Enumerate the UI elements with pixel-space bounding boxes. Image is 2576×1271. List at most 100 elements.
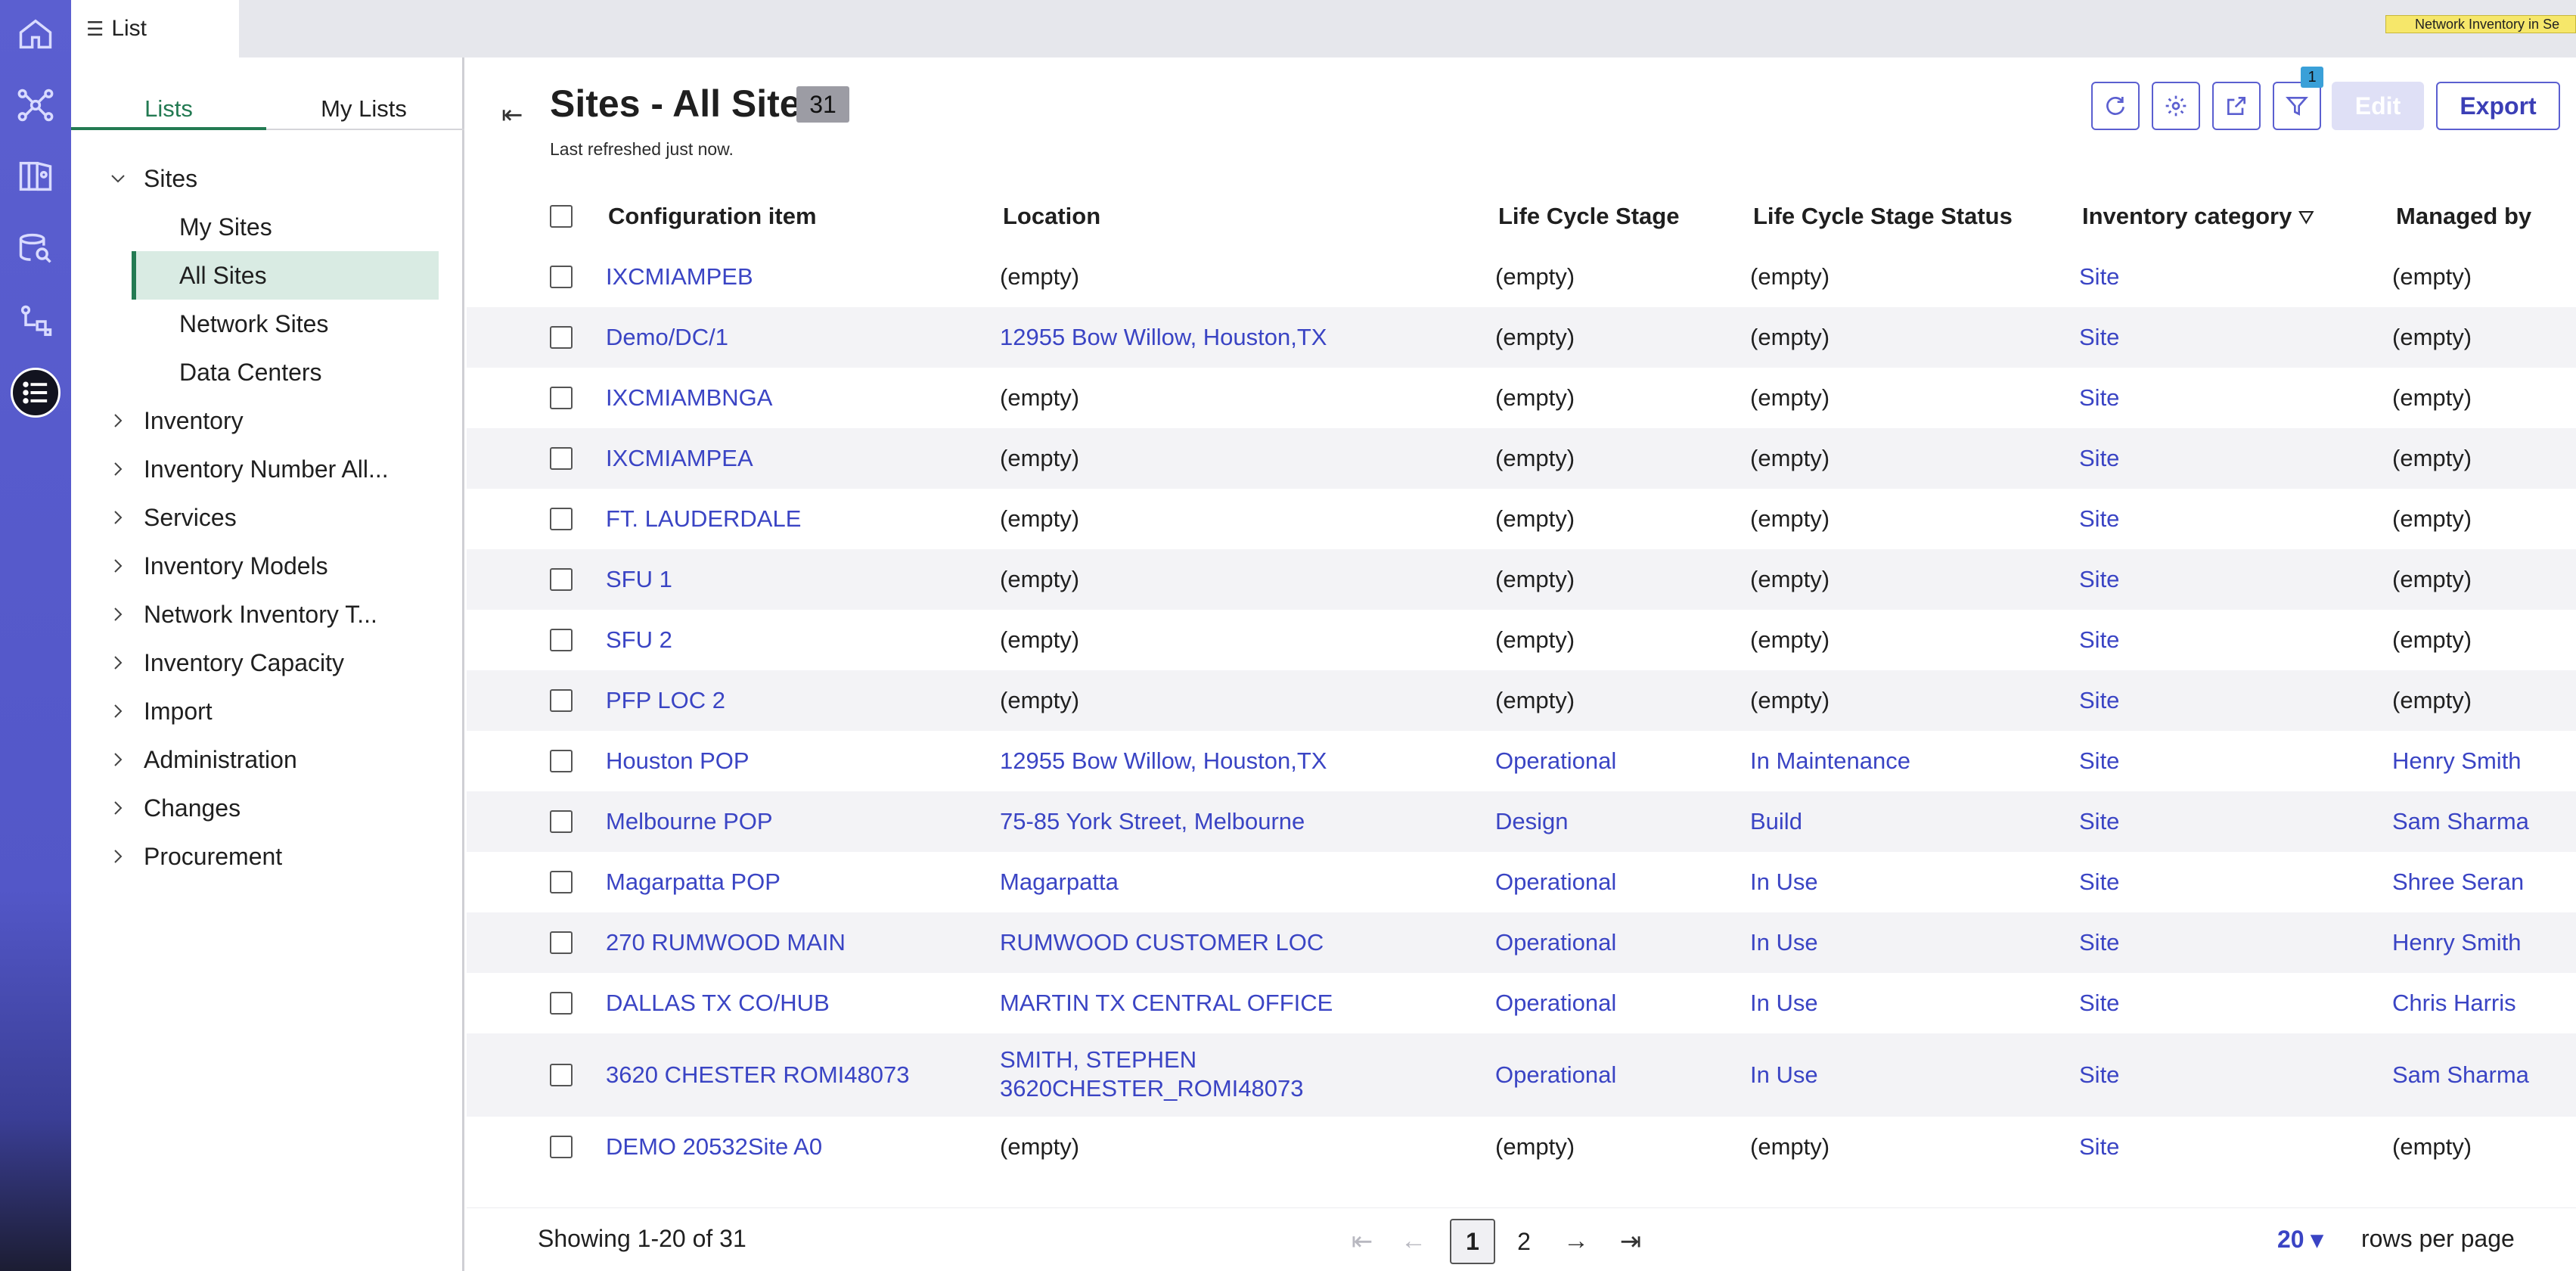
cell-location[interactable]: 75-85 York Street, Melbourne xyxy=(1000,807,1305,836)
cell-configuration-item[interactable]: Magarpatta POP xyxy=(606,868,781,897)
select-all-checkbox[interactable] xyxy=(550,205,573,228)
tree-item-inventory-models[interactable]: Inventory Models xyxy=(71,542,464,590)
row-checkbox[interactable] xyxy=(550,750,573,772)
row-checkbox[interactable] xyxy=(550,689,573,712)
rows-per-page-select[interactable]: 20 ▾ xyxy=(2277,1225,2323,1254)
row-checkbox[interactable] xyxy=(550,810,573,833)
cell-location[interactable]: 12955 Bow Willow, Houston,TX xyxy=(1000,747,1327,775)
row-checkbox[interactable] xyxy=(550,326,573,349)
tree-item-procurement[interactable]: Procurement xyxy=(71,832,464,881)
table-row[interactable]: 270 RUMWOOD MAIN RUMWOOD CUSTOMER LOC Oper… xyxy=(467,912,2576,973)
cell-life-cycle-stage-status[interactable]: In Use xyxy=(1750,868,1818,897)
cell-life-cycle-stage-status[interactable]: Build xyxy=(1750,807,1802,836)
row-checkbox[interactable] xyxy=(550,568,573,591)
cell-life-cycle-stage[interactable]: Operational xyxy=(1495,989,1616,1018)
row-checkbox[interactable] xyxy=(550,871,573,893)
row-checkbox[interactable] xyxy=(550,992,573,1015)
cell-managed-by[interactable]: Sam Sharma xyxy=(2392,807,2529,836)
cell-configuration-item[interactable]: IXCMIAMPEB xyxy=(606,263,753,291)
map-book-icon[interactable] xyxy=(11,151,61,201)
cell-configuration-item[interactable]: SFU 1 xyxy=(606,565,672,594)
column-header-life-cycle-stage[interactable]: Life Cycle Stage xyxy=(1498,186,1679,247)
notification-banner[interactable]: Network Inventory in Se xyxy=(2385,15,2576,33)
cell-managed-by[interactable]: Henry Smith xyxy=(2392,747,2522,775)
cell-life-cycle-stage[interactable]: Design xyxy=(1495,807,1569,836)
cell-configuration-item[interactable]: SFU 2 xyxy=(606,626,672,654)
tree-item-inventory-capacity[interactable]: Inventory Capacity xyxy=(71,639,464,687)
cell-location[interactable]: SMITH, STEPHEN 3620CHESTER_ROMI48073 xyxy=(1000,1046,1303,1103)
tree-item-inventory-number-all[interactable]: Inventory Number All... xyxy=(71,445,464,493)
cell-managed-by[interactable]: Chris Harris xyxy=(2392,989,2516,1018)
table-row[interactable]: SFU 2 (empty) (empty) (empty) Site (empty) xyxy=(467,610,2576,670)
column-header-life-cycle-stage-status[interactable]: Life Cycle Stage Status xyxy=(1753,186,2013,247)
cell-managed-by[interactable]: Shree Seran xyxy=(2392,868,2524,897)
cell-life-cycle-stage[interactable]: Operational xyxy=(1495,928,1616,957)
export-button[interactable]: Export xyxy=(2436,82,2560,130)
cell-configuration-item[interactable]: 270 RUMWOOD MAIN xyxy=(606,928,846,957)
table-row[interactable]: FT. LAUDERDALE (empty) (empty) (empty) Site (… xyxy=(467,489,2576,549)
tree-item-my-sites[interactable]: My Sites xyxy=(71,203,464,251)
filter-button[interactable] xyxy=(2273,82,2321,130)
cell-configuration-item[interactable]: Houston POP xyxy=(606,747,750,775)
table-row[interactable]: Melbourne POP 75-85 York Street, Melbourn… xyxy=(467,791,2576,852)
tree-item-all-sites[interactable]: All Sites xyxy=(132,251,439,300)
cell-configuration-item[interactable]: DEMO 20532Site A0 xyxy=(606,1133,822,1161)
row-checkbox[interactable] xyxy=(550,931,573,954)
cell-inventory-category[interactable]: Site xyxy=(2079,928,2119,957)
table-row[interactable]: Demo/DC/1 12955 Bow Willow, Houston,TX (em… xyxy=(467,307,2576,368)
cell-configuration-item[interactable]: Demo/DC/1 xyxy=(606,323,728,352)
tree-item-sites[interactable]: Sites xyxy=(71,154,464,203)
table-row[interactable]: 3620 CHESTER ROMI48073 SMITH, STEPHEN 3620… xyxy=(467,1033,2576,1117)
settings-button[interactable] xyxy=(2152,82,2200,130)
cell-managed-by[interactable]: Sam Sharma xyxy=(2392,1061,2529,1089)
cell-managed-by[interactable]: Henry Smith xyxy=(2392,928,2522,957)
table-row[interactable]: IXCMIAMBNGA (empty) (empty) (empty) Site (emp… xyxy=(467,368,2576,428)
column-header-inventory-category[interactable]: Inventory category ⛛ xyxy=(2082,186,2314,247)
cell-life-cycle-stage-status[interactable]: In Use xyxy=(1750,989,1818,1018)
network-graph-icon[interactable] xyxy=(11,80,61,130)
row-checkbox[interactable] xyxy=(550,387,573,409)
cell-life-cycle-stage-status[interactable]: In Maintenance xyxy=(1750,747,1910,775)
cell-inventory-category[interactable]: Site xyxy=(2079,323,2119,352)
home-icon[interactable] xyxy=(11,9,61,59)
column-header-managed-by[interactable]: Managed by xyxy=(2396,186,2531,247)
tree-item-data-centers[interactable]: Data Centers xyxy=(71,348,464,396)
row-checkbox[interactable] xyxy=(550,266,573,288)
cell-configuration-item[interactable]: IXCMIAMBNGA xyxy=(606,384,772,412)
cell-configuration-item[interactable]: PFP LOC 2 xyxy=(606,686,725,715)
refresh-button[interactable] xyxy=(2091,82,2140,130)
cell-inventory-category[interactable]: Site xyxy=(2079,747,2119,775)
cell-inventory-category[interactable]: Site xyxy=(2079,989,2119,1018)
table-row[interactable]: PFP LOC 2 (empty) (empty) (empty) Site (empty… xyxy=(467,670,2576,731)
cell-inventory-category[interactable]: Site xyxy=(2079,868,2119,897)
cell-inventory-category[interactable]: Site xyxy=(2079,686,2119,715)
cell-inventory-category[interactable]: Site xyxy=(2079,263,2119,291)
row-checkbox[interactable] xyxy=(550,447,573,470)
cell-configuration-item[interactable]: Melbourne POP xyxy=(606,807,773,836)
cell-location[interactable]: 12955 Bow Willow, Houston,TX xyxy=(1000,323,1327,352)
page-2-button[interactable]: 2 xyxy=(1509,1219,1539,1264)
workflow-icon[interactable] xyxy=(11,297,61,346)
next-page-icon[interactable]: → xyxy=(1561,1226,1591,1256)
page-1-button[interactable]: 1 xyxy=(1450,1219,1495,1264)
tree-item-network-inventory[interactable]: Network Inventory T... xyxy=(71,590,464,639)
table-row[interactable]: DALLAS TX CO/HUB MARTIN TX CENTRAL OFFICE… xyxy=(467,973,2576,1033)
table-row[interactable]: IXCMIAMPEA (empty) (empty) (empty) Site (empt… xyxy=(467,428,2576,489)
cell-configuration-item[interactable]: 3620 CHESTER ROMI48073 xyxy=(606,1061,909,1089)
tree-item-inventory[interactable]: Inventory xyxy=(71,396,464,445)
cell-inventory-category[interactable]: Site xyxy=(2079,807,2119,836)
cell-configuration-item[interactable]: IXCMIAMPEA xyxy=(606,444,753,473)
cell-inventory-category[interactable]: Site xyxy=(2079,565,2119,594)
edit-button[interactable]: Edit xyxy=(2332,82,2424,130)
table-row[interactable]: Houston POP 12955 Bow Willow, Houston,TX O… xyxy=(467,731,2576,791)
cell-life-cycle-stage-status[interactable]: In Use xyxy=(1750,1061,1818,1089)
tab-my-lists[interactable]: My Lists xyxy=(266,88,461,130)
column-header-configuration-item[interactable]: Configuration item xyxy=(608,186,817,247)
row-checkbox[interactable] xyxy=(550,629,573,651)
cell-inventory-category[interactable]: Site xyxy=(2079,1133,2119,1161)
tab-list[interactable]: ☰ List xyxy=(71,0,239,57)
cell-configuration-item[interactable]: DALLAS TX CO/HUB xyxy=(606,989,830,1018)
tree-item-administration[interactable]: Administration xyxy=(71,735,464,784)
table-row[interactable]: SFU 1 (empty) (empty) (empty) Site (empty) xyxy=(467,549,2576,610)
cell-location[interactable]: MARTIN TX CENTRAL OFFICE xyxy=(1000,989,1333,1018)
